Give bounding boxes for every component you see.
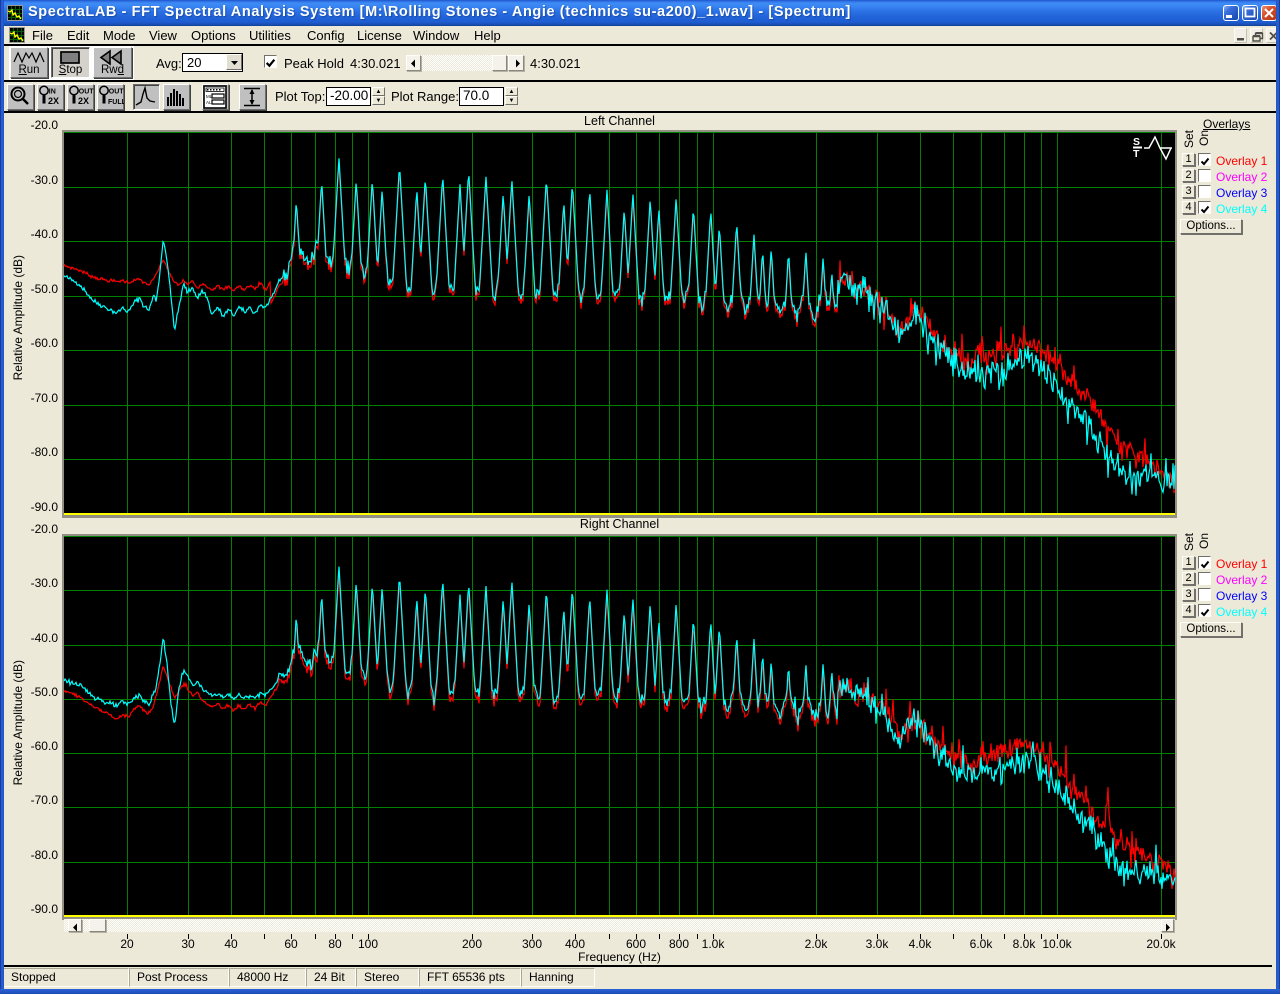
svg-text:ML: ML [206, 94, 213, 99]
svg-text:OUT: OUT [79, 89, 94, 96]
svg-text:FULL: FULL [108, 99, 124, 106]
svg-text:OUT: OUT [109, 89, 124, 96]
svg-text:AL: AL [206, 100, 212, 105]
svg-text:2X: 2X [48, 96, 59, 106]
svg-text:S: S [1133, 136, 1140, 148]
svg-text:T: T [1133, 148, 1140, 160]
svg-text:2X: 2X [78, 96, 89, 106]
svg-text:IN: IN [49, 89, 56, 96]
